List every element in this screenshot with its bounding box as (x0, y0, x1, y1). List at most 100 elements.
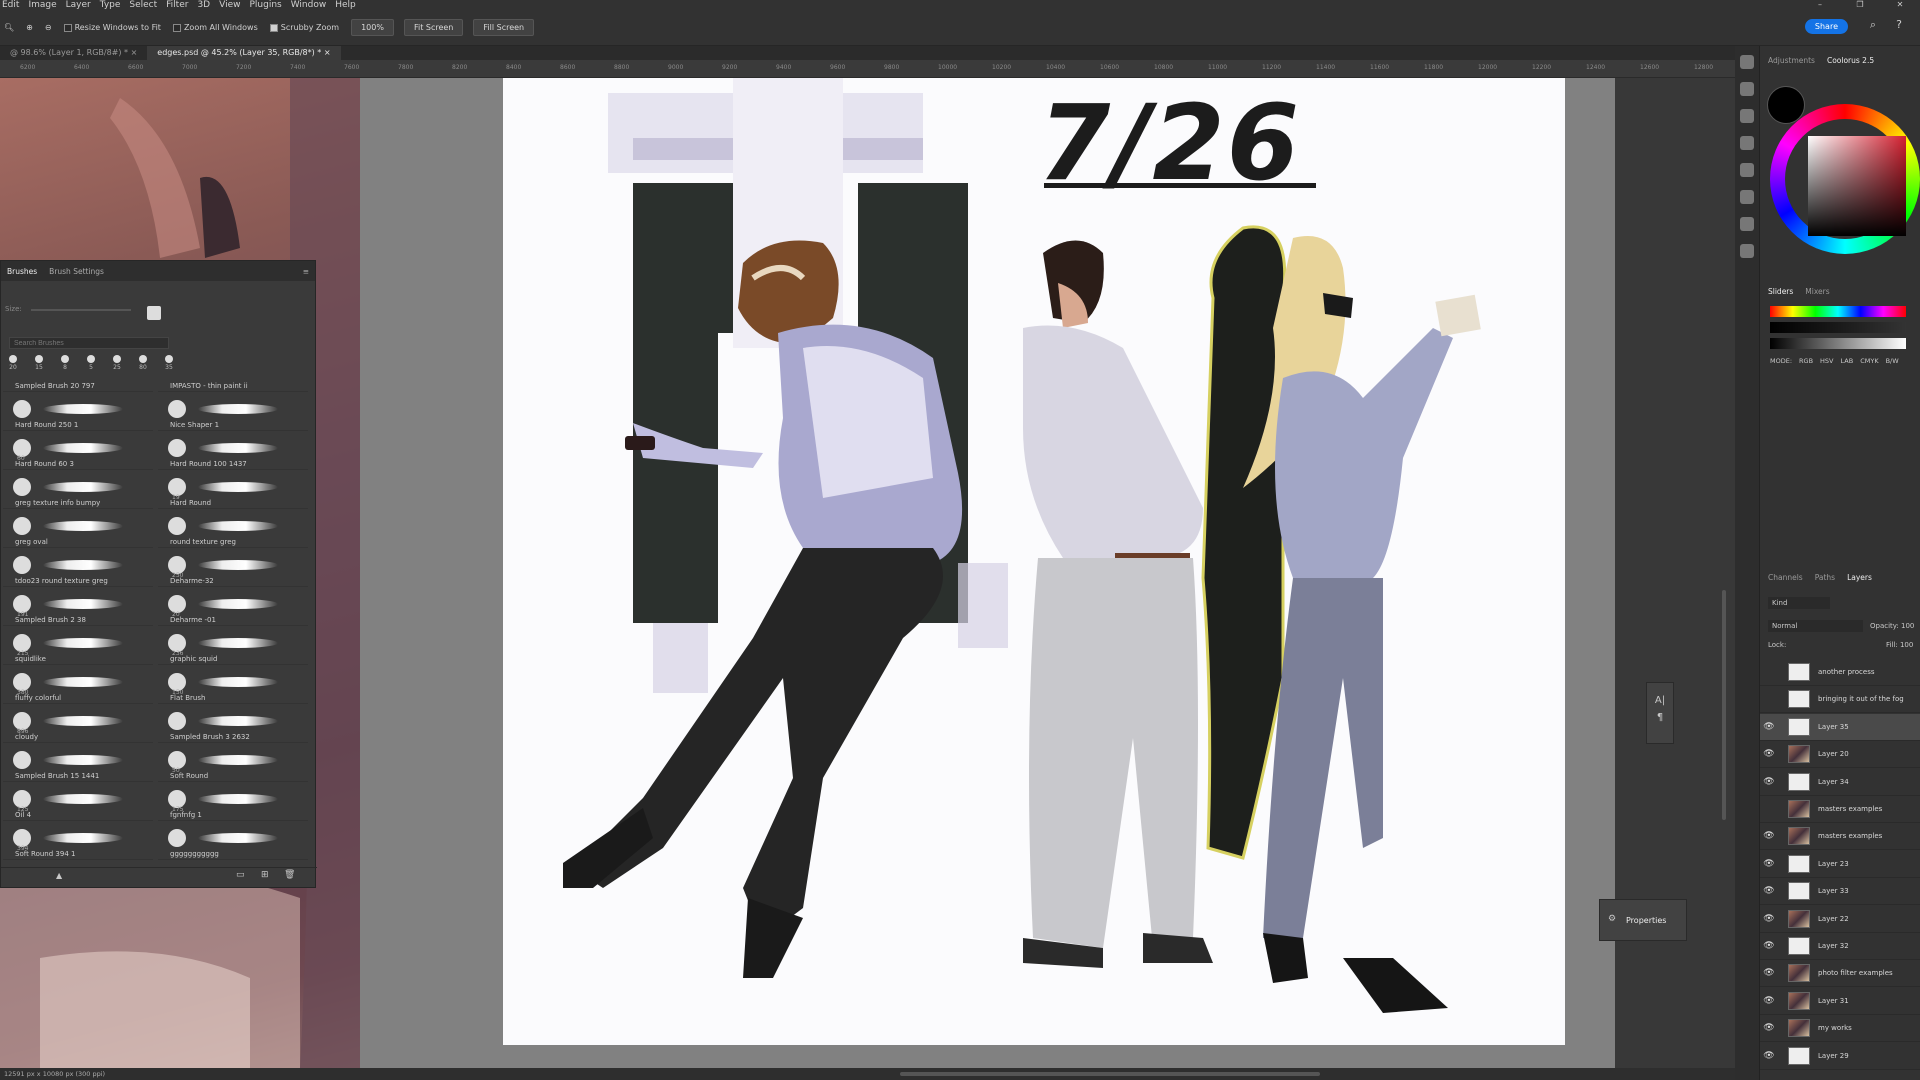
brush-item[interactable]: 20 Deharme -01 (158, 589, 308, 626)
gradient-icon[interactable] (1740, 217, 1754, 231)
search-brushes-input[interactable] (9, 337, 169, 349)
brush-item[interactable]: Hard Round 250 1 (3, 394, 153, 431)
layer-row[interactable]: 👁︎ Layer 35 (1760, 713, 1920, 741)
menu-item-type[interactable]: Type (100, 0, 121, 10)
brush-item[interactable]: Sampled Brush 15 1441 (3, 745, 153, 782)
tab-channels[interactable]: Channels (1768, 573, 1803, 582)
tab-adjustments[interactable]: Adjustments (1768, 56, 1815, 65)
layer-row[interactable]: 👁︎ Layer 29 (1760, 1043, 1920, 1070)
properties-panel[interactable]: ⚙ Properties (1599, 899, 1687, 941)
close-icon[interactable]: ✕ (1880, 0, 1920, 10)
visibility-eye-icon[interactable]: 👁︎ (1760, 859, 1778, 869)
menu-item-view[interactable]: View (219, 0, 240, 10)
brush-item[interactable]: 60 Hard Round 60 3 (3, 433, 153, 470)
brush-item[interactable]: Hard Round 100 1437 (158, 433, 308, 470)
visibility-eye-icon[interactable]: 👁︎ (1760, 1051, 1778, 1061)
document-tab-edges[interactable]: edges.psd @ 45.2% (Layer 35, RGB/8*) * × (147, 46, 341, 60)
brush-item[interactable]: IMPASTO - thin paint ii (158, 355, 308, 392)
comment-icon[interactable] (1740, 109, 1754, 123)
layer-row[interactable]: 👁︎ Layer 22 (1760, 906, 1920, 933)
fit-screen-button[interactable]: Fit Screen (403, 19, 464, 36)
menu-item-filter[interactable]: Filter (166, 0, 188, 10)
menu-item-layer[interactable]: Layer (66, 0, 91, 10)
brush-item[interactable]: 125 Oil 4 (3, 784, 153, 821)
menu-item-help[interactable]: Help (335, 0, 356, 10)
brush-item[interactable]: 394 Soft Round 394 1 (3, 823, 153, 860)
scrubby-zoom-checkbox[interactable]: Scrubby Zoom (269, 23, 339, 32)
tab-paths[interactable]: Paths (1815, 573, 1835, 582)
menu-item-image[interactable]: Image (28, 0, 56, 10)
brush-item[interactable]: Sampled Brush 3 2632 (158, 706, 308, 743)
layer-row[interactable]: 👁︎ Layer 23 (1760, 851, 1920, 878)
brush-item[interactable]: 380 fluffy colorful (3, 667, 153, 704)
saturation-picker[interactable] (1808, 136, 1906, 236)
brush-item[interactable]: 191 Sampled Brush 2 38 (3, 589, 153, 626)
menu-item-select[interactable]: Select (129, 0, 157, 10)
layer-row[interactable]: 👁︎ Layer 20 (1760, 741, 1920, 769)
layer-row[interactable]: 👁︎ Layer 32 (1760, 933, 1920, 960)
brush-item[interactable]: greg oval (3, 511, 153, 548)
layer-row[interactable]: 👁︎ Layer 33 (1760, 878, 1920, 906)
tab-layers[interactable]: Layers (1847, 573, 1872, 582)
visibility-eye-icon[interactable]: 👁︎ (1760, 886, 1778, 896)
character-icon[interactable]: A| (1647, 695, 1673, 706)
swatch-icon[interactable] (1740, 82, 1754, 96)
new-brush-icon[interactable] (147, 306, 161, 320)
document-tab-1[interactable]: @ 98.6% (Layer 1, RGB/8#) * × (0, 46, 147, 60)
visibility-eye-icon[interactable]: 👁︎ (1760, 749, 1778, 759)
menu-item-edit[interactable]: Edit (2, 0, 19, 10)
layer-row[interactable]: another process (1760, 659, 1920, 686)
color-mode-lab[interactable]: LAB (1841, 357, 1854, 365)
layer-row[interactable]: 👁︎ Layer 34 (1760, 769, 1920, 796)
fill-screen-button[interactable]: Fill Screen (473, 19, 535, 36)
zoom-100-button[interactable]: 100% (351, 19, 394, 36)
brush-item[interactable]: greg texture info bumpy (3, 472, 153, 509)
layer-row[interactable]: 👁︎ Layer 31 (1760, 988, 1920, 1015)
resize-windows-checkbox[interactable]: Resize Windows to Fit (63, 23, 161, 32)
menu-item-plugins[interactable]: Plugins (249, 0, 281, 10)
tab-sliders[interactable]: Sliders (1768, 287, 1793, 296)
foreground-color-swatch[interactable] (1767, 86, 1805, 124)
visibility-eye-icon[interactable]: 👁︎ (1760, 968, 1778, 978)
brush-item[interactable]: Nice Shaper 1 (158, 394, 308, 431)
adjust-icon[interactable] (1740, 163, 1754, 177)
tab-brushes[interactable]: Brushes (1, 267, 43, 276)
brush-item[interactable]: 896 cloudy (3, 706, 153, 743)
info-icon[interactable] (1740, 136, 1754, 150)
close-icon[interactable]: × (324, 48, 331, 57)
zoom-out-icon[interactable]: ⊖ (45, 23, 52, 32)
vertical-scrollbar[interactable] (1722, 590, 1726, 820)
search-icon[interactable]: ⌕ (1870, 18, 1876, 32)
tab-coolorus[interactable]: Coolorus 2.5 (1827, 56, 1874, 65)
canvas-artwork[interactable] (503, 78, 1565, 1045)
brush-item[interactable]: 19 Hard Round (158, 472, 308, 509)
layer-row[interactable]: 👁︎ masters examples (1760, 823, 1920, 851)
layer-row[interactable]: 👁︎ photo filter examples (1760, 960, 1920, 988)
menu-item-window[interactable]: Window (291, 0, 327, 10)
size-slider-handle[interactable]: ▲ (56, 871, 62, 880)
size-slider[interactable] (31, 309, 131, 311)
brush-icon[interactable] (1740, 244, 1754, 258)
brush-item[interactable]: 150 Flat Brush (158, 667, 308, 704)
paragraph-icon[interactable]: ¶ (1647, 712, 1673, 723)
visibility-eye-icon[interactable]: 👁︎ (1760, 1023, 1778, 1033)
3d-icon[interactable] (1740, 190, 1754, 204)
blend-mode-select[interactable]: Normal (1768, 620, 1863, 632)
brush-item[interactable]: 236 graphic squid (158, 628, 308, 665)
help-icon[interactable]: ? (1896, 18, 1902, 31)
visibility-eye-icon[interactable]: 👁︎ (1760, 941, 1778, 951)
history-icon[interactable] (1740, 55, 1754, 69)
zoom-all-checkbox[interactable]: Zoom All Windows (172, 23, 258, 32)
color-mode-hsv[interactable]: HSV (1820, 357, 1833, 365)
visibility-eye-icon[interactable]: 👁︎ (1760, 996, 1778, 1006)
brush-item[interactable]: 50 Soft Round (158, 745, 308, 782)
trash-icon[interactable]: 🗑︎ (284, 870, 295, 880)
close-icon[interactable]: × (131, 48, 138, 57)
share-button[interactable]: Share (1804, 19, 1848, 34)
zoom-tool-icon[interactable]: 🔍︎ (4, 23, 14, 32)
tab-mixers[interactable]: Mixers (1805, 287, 1829, 296)
layer-row[interactable]: 👁︎ my works (1760, 1015, 1920, 1043)
brush-item[interactable]: 215 squidlike (3, 628, 153, 665)
visibility-eye-icon[interactable]: 👁︎ (1760, 722, 1778, 732)
hue-slider[interactable] (1770, 306, 1906, 317)
